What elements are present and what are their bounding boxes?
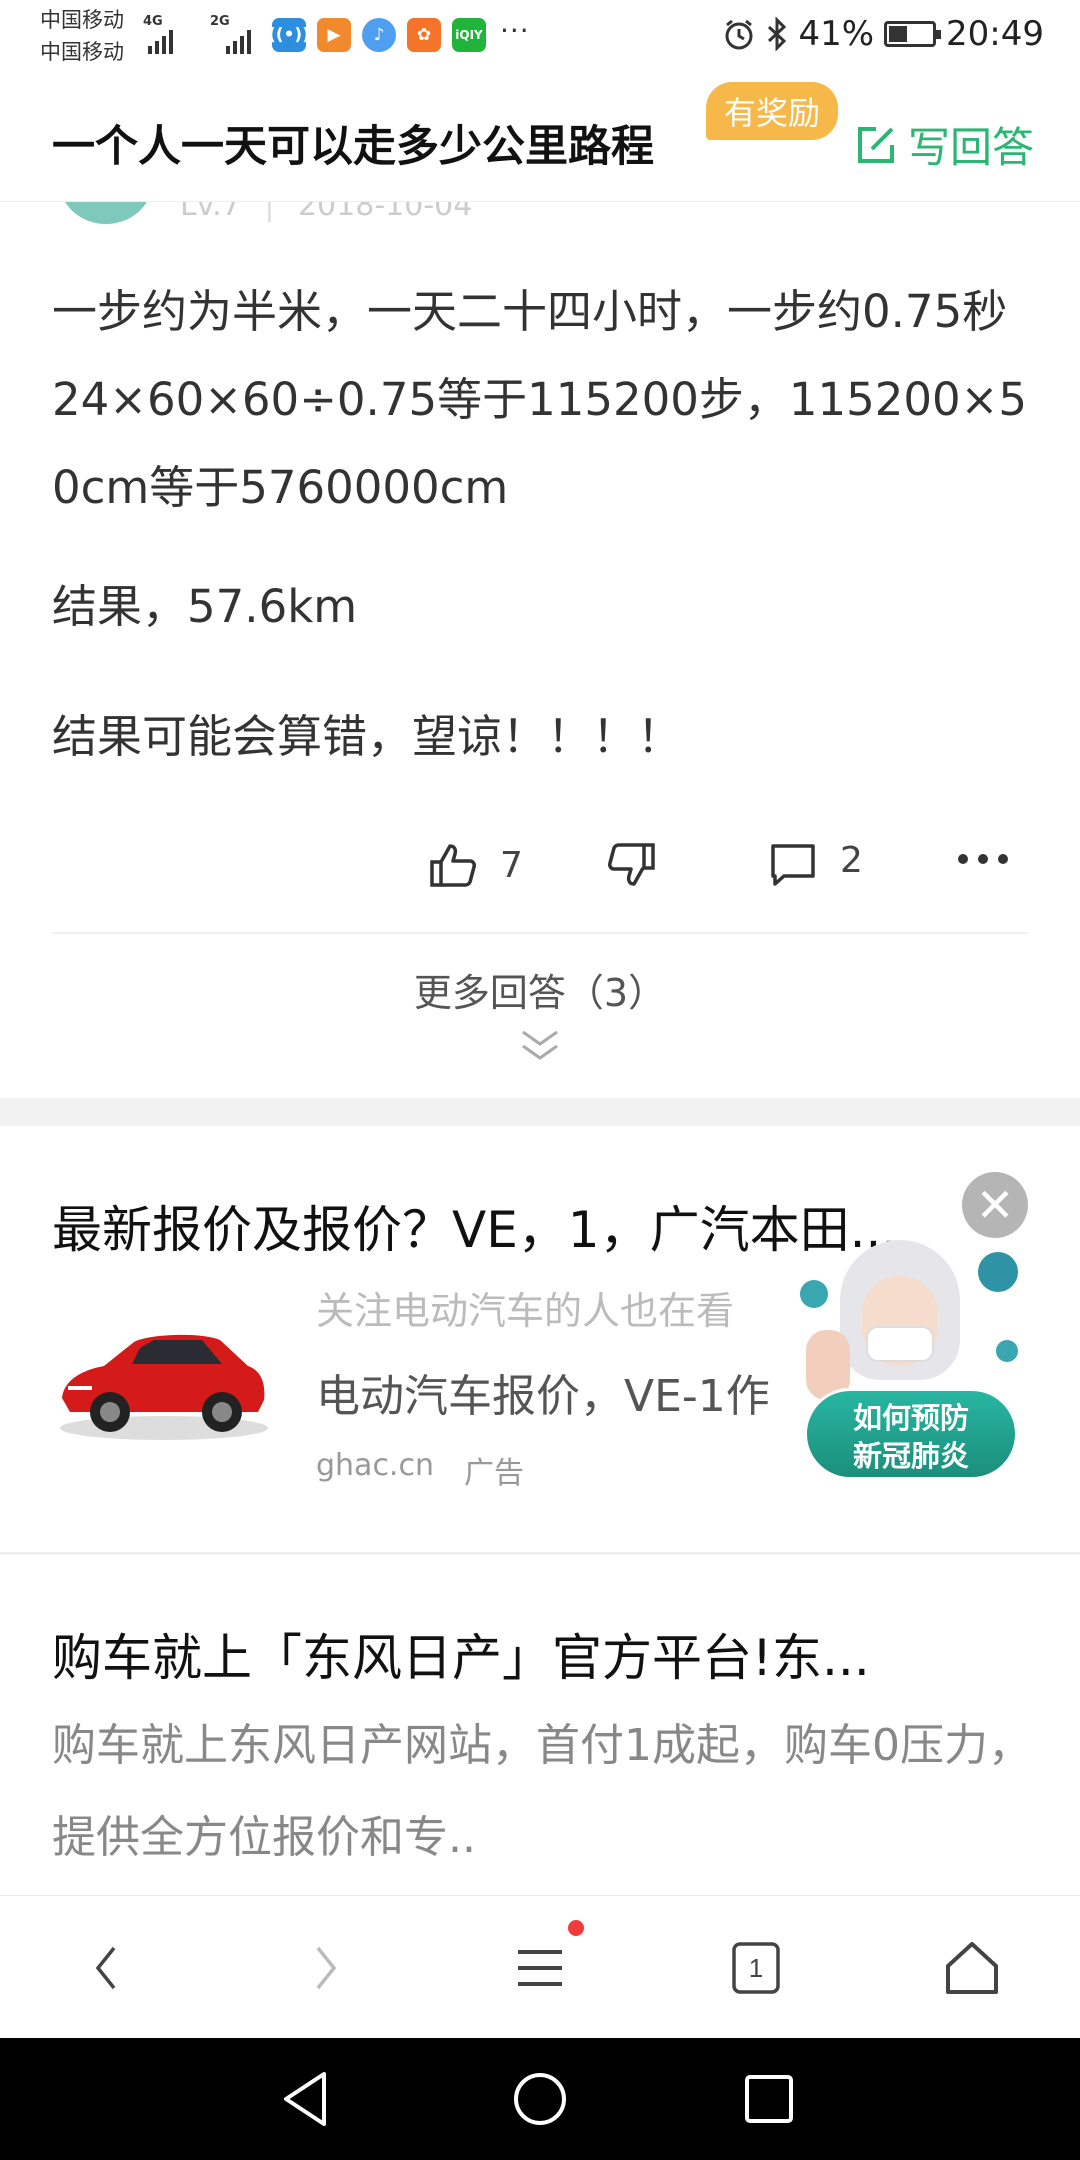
network-type-2: 2G [210,14,230,29]
car-image[interactable] [52,1300,272,1450]
notification-dot [568,1920,584,1936]
ad-1-source-row: ghac.cn 广告 [316,1448,524,1492]
signal-icon [148,28,173,54]
carrier-2: 中国移动 [40,40,124,64]
avatar[interactable] [60,202,152,224]
clock: 20:49 [946,14,1044,54]
ad-2-description[interactable]: 购车就上东风日产网站，首付1成起，购车0压力，提供全方位报价和专.. [52,1700,1042,1884]
network-type-1: 4G [143,14,163,29]
divider [52,932,1028,934]
music-icon: ♪ [362,18,396,52]
covid-banner-line-2: 新冠肺炎 [852,1439,969,1473]
alarm-icon [725,19,753,50]
virus-icon [978,1252,1018,1292]
question-header: 一个人一天可以走多少公里路程 有奖励 写回答 [0,72,1080,202]
like-button[interactable]: 7 [428,840,523,890]
ad-1-description[interactable]: 电动汽车报价，VE-1作 [316,1360,770,1424]
forward-button[interactable] [284,1928,364,2008]
battery-percent: 41% [798,14,875,54]
answer-paragraph-1: 一步约为半米，一天二十四小时，一步约0.75秒 24×60×60÷0.75等于1… [52,285,1027,514]
iqiyi-icon: iQIY [452,18,486,52]
tab-count: 1 [748,1952,764,1983]
answer-paragraph-3: 结果可能会算错，望谅！！！！ [52,710,683,763]
double-chevron-down-icon[interactable] [519,1028,561,1064]
carrier-1: 中国移动 [40,8,124,32]
more-options-icon[interactable] [958,854,1008,864]
more-notifications-icon: ··· [500,14,530,47]
section-gap [0,1098,1080,1126]
video-play-icon: ▶ [317,18,351,52]
status-bar: 中国移动 中国移动 4G 2G ((•)) ▶ ♪ ✿ iQIY ··· 41%… [0,0,1080,72]
virus-icon [996,1340,1018,1362]
question-title[interactable]: 一个人一天可以走多少公里路程 [52,112,654,174]
more-answers-link[interactable]: 更多回答（3） [0,962,1080,1017]
divider [0,1552,1080,1555]
answer-date: 2018-10-04 [297,202,473,223]
ad-2-title[interactable]: 购车就上「东风日产」官方平台!东... [52,1618,1032,1690]
covid-banner-line-1: 如何预防 [852,1401,969,1435]
thumbs-down-icon [608,843,655,886]
home-icon [946,1942,998,1994]
write-answer-label: 写回答 [907,123,1034,172]
covid-prevention-banner[interactable]: 如何预防 新冠肺炎 [800,1240,1020,1480]
home-button[interactable] [932,1928,1012,2008]
system-navigation-bar [0,2038,1080,2160]
browser-toolbar: 1 [0,1895,1080,2038]
nav-recents-icon[interactable] [732,2062,806,2136]
user-level: Lv.7 [180,202,241,223]
covid-banner-button[interactable]: 如何预防 新冠肺炎 [804,1388,1018,1480]
face-mask [866,1326,934,1362]
answer-meta: Lv.7 | 2018-10-04 [180,202,472,223]
close-icon[interactable]: ✕ [962,1172,1028,1238]
status-right: 41% 20:49 [722,14,1044,54]
ad-1-subtitle: 关注电动汽车的人也在看 [316,1289,735,1333]
answer-paragraph-2: 结果，57.6km [52,580,358,633]
edit-icon [857,126,894,163]
nav-home-icon[interactable] [503,2062,577,2136]
tabs-button[interactable]: 1 [716,1928,796,2008]
ad-1-domain: ghac.cn [316,1448,434,1483]
comment-button[interactable]: 2 [768,840,863,890]
comment-count: 2 [840,839,863,881]
answer-actions: 7 2 [0,830,1080,900]
write-answer-button[interactable]: 写回答 [854,114,1034,175]
dislike-button[interactable] [606,840,656,890]
signal-icon-2 [226,28,251,54]
bluetooth-icon [768,17,787,51]
back-button[interactable] [68,1928,148,2008]
menu-button[interactable] [500,1928,580,2008]
thumbs-up-icon [430,844,476,887]
comment-icon [771,844,815,886]
battery-icon [884,21,942,47]
answer-author-row: Lv.7 | 2018-10-04 [0,202,1080,232]
like-count: 7 [500,844,523,886]
ad-label: 广告 [463,1456,524,1491]
chevron-left-icon [95,1946,116,1990]
hamburger-menu-icon [518,1950,562,1986]
kuaishou-icon: ✿ [407,18,441,52]
wifi-share-icon: ((•)) [268,18,310,52]
reward-badge: 有奖励 [706,82,839,140]
nav-back-icon[interactable] [270,2062,344,2136]
virus-icon [800,1280,828,1308]
chevron-right-icon [316,1946,337,1990]
